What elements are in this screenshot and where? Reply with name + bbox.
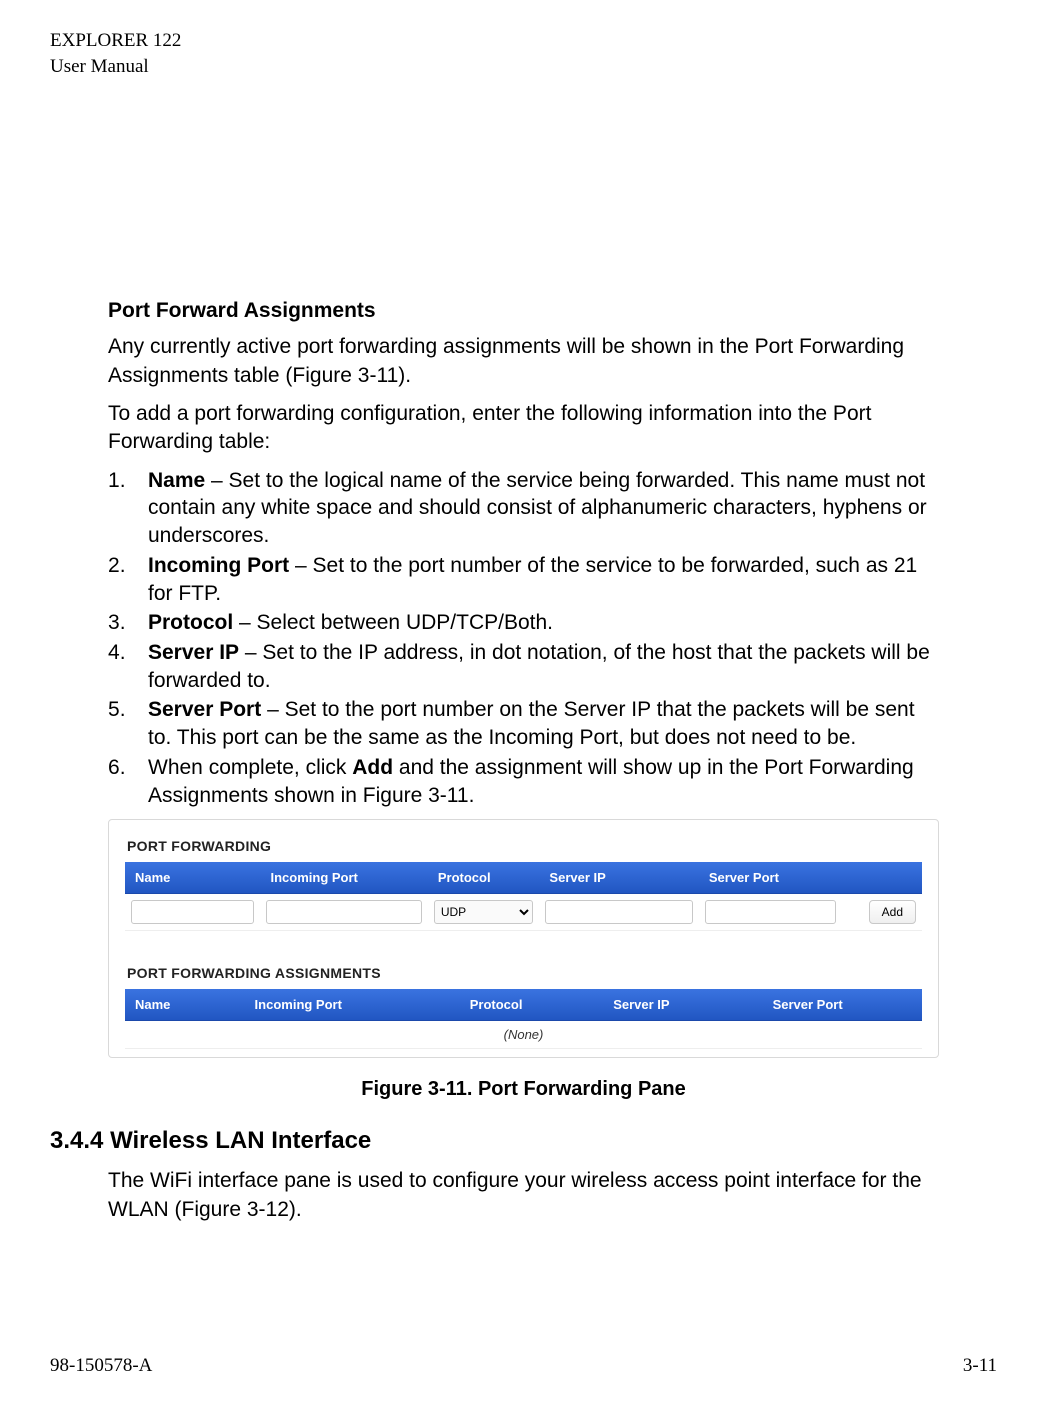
list-item-bold: Server Port [148, 698, 261, 721]
figure-caption: Figure 3-11. Port Forwarding Pane [108, 1078, 939, 1101]
col-name: Name [125, 989, 245, 1021]
incoming-port-input[interactable] [266, 900, 421, 924]
list-item-rest: – Set to the port number on the Server I… [148, 698, 915, 749]
panel-title-pf: PORT FORWARDING [127, 838, 922, 854]
paragraph-1: Any currently active port forwarding ass… [108, 333, 939, 390]
col-action [898, 989, 922, 1021]
protocol-select[interactable]: UDP [434, 900, 534, 924]
section-3-4-4-heading: 3.4.4 Wireless LAN Interface [50, 1127, 939, 1155]
list-item: When complete, click Add and the assignm… [108, 754, 939, 809]
list-item-bold: Incoming Port [148, 554, 289, 577]
port-forwarding-assignments-table: Name Incoming Port Protocol Server IP Se… [125, 989, 922, 1049]
page-header: EXPLORER 122 User Manual [50, 28, 997, 79]
list-item-rest: – Select between UDP/TCP/Both. [233, 611, 553, 634]
section-heading: Port Forward Assignments [108, 299, 939, 323]
section-3-4-4-para: The WiFi interface pane is used to confi… [108, 1167, 939, 1224]
table-header-row: Name Incoming Port Protocol Server IP Se… [125, 862, 922, 894]
instruction-list: Name – Set to the logical name of the se… [108, 467, 939, 810]
server-port-input[interactable] [705, 900, 836, 924]
server-ip-input[interactable] [545, 900, 692, 924]
list-item-rest: – Set to the logical name of the service… [148, 469, 927, 547]
footer-docnum: 98-150578-A [50, 1355, 152, 1377]
list-item: Incoming Port – Set to the port number o… [108, 552, 939, 607]
list-item-bold: Add [352, 756, 393, 779]
list-item-prefix: When complete, click [148, 756, 352, 779]
header-product: EXPLORER 122 [50, 28, 997, 54]
port-forwarding-panel: PORT FORWARDING Name Incoming Port Proto… [108, 819, 939, 1058]
section-number: 3.4.4 [50, 1127, 103, 1154]
none-cell: (None) [125, 1021, 922, 1049]
table-header-row: Name Incoming Port Protocol Server IP Se… [125, 989, 922, 1021]
section-title: Wireless LAN Interface [110, 1127, 371, 1154]
col-server-port: Server Port [699, 862, 842, 894]
panel-title-pfa: PORT FORWARDING ASSIGNMENTS [127, 965, 922, 981]
table-input-row: UDP Add [125, 894, 922, 931]
name-input[interactable] [131, 900, 254, 924]
col-name: Name [125, 862, 260, 894]
list-item: Server IP – Set to the IP address, in do… [108, 639, 939, 694]
table-row-none: (None) [125, 1021, 922, 1049]
header-doctype: User Manual [50, 54, 997, 80]
col-protocol: Protocol [460, 989, 603, 1021]
col-protocol: Protocol [428, 862, 540, 894]
list-item: Protocol – Select between UDP/TCP/Both. [108, 609, 939, 637]
list-item: Server Port – Set to the port number on … [108, 696, 939, 751]
list-item-bold: Name [148, 469, 205, 492]
list-item: Name – Set to the logical name of the se… [108, 467, 939, 550]
paragraph-2: To add a port forwarding configuration, … [108, 400, 939, 457]
list-item-bold: Server IP [148, 641, 239, 664]
col-server-port: Server Port [763, 989, 898, 1021]
list-item-rest: – Set to the IP address, in dot notation… [148, 641, 930, 692]
col-incoming-port: Incoming Port [260, 862, 427, 894]
col-incoming-port: Incoming Port [245, 989, 460, 1021]
list-item-bold: Protocol [148, 611, 233, 634]
footer-pagenum: 3-11 [963, 1355, 997, 1377]
port-forwarding-table: Name Incoming Port Protocol Server IP Se… [125, 862, 922, 931]
figure-panel: PORT FORWARDING Name Incoming Port Proto… [108, 819, 939, 1101]
add-button[interactable]: Add [869, 900, 916, 924]
col-server-ip: Server IP [603, 989, 762, 1021]
page-footer: 98-150578-A 3-11 [50, 1355, 997, 1377]
col-action [842, 862, 922, 894]
col-server-ip: Server IP [539, 862, 698, 894]
